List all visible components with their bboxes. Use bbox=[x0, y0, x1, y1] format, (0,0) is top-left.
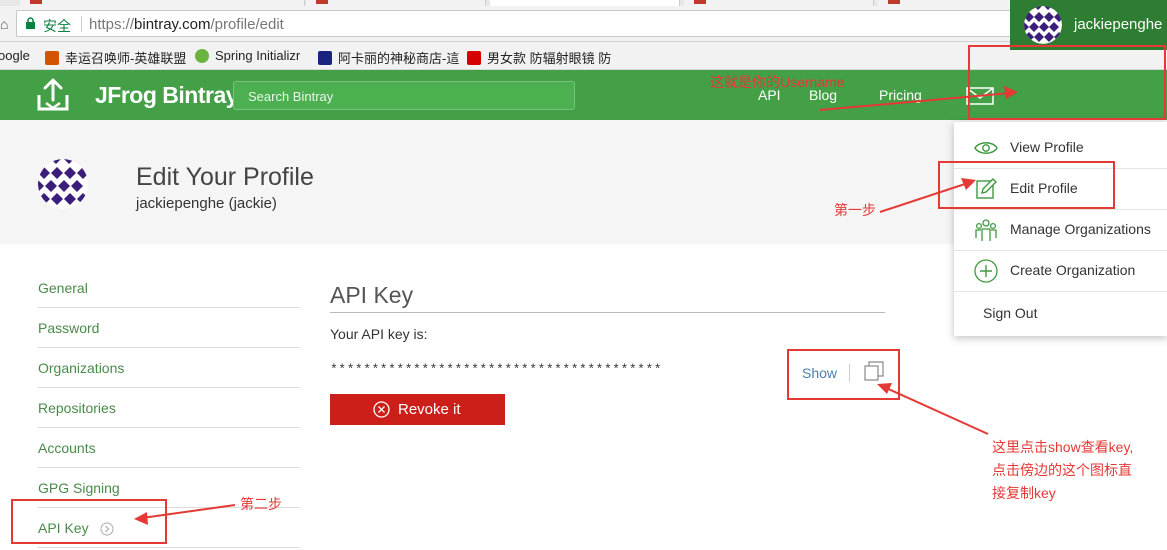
menu-item-label: Sign Out bbox=[983, 305, 1038, 321]
menu-item-label: Edit Profile bbox=[1010, 180, 1078, 196]
lock-icon bbox=[26, 17, 35, 29]
bookmark-label: 阿卡丽的神秘商店-這 bbox=[338, 51, 460, 66]
bookmark[interactable]: 阿卡丽的神秘商店-這 bbox=[318, 48, 459, 67]
show-divider bbox=[849, 364, 850, 382]
annotation-show-note-line: 点击傍边的这个图标直 bbox=[992, 462, 1132, 478]
bookmark-label: 幸运召唤师-英雄联盟 bbox=[65, 51, 187, 66]
bookmark[interactable]: oogle bbox=[0, 48, 30, 63]
menu-item-label: View Profile bbox=[1010, 139, 1084, 155]
revoke-button-label: Revoke it bbox=[398, 401, 461, 418]
search-box[interactable] bbox=[233, 81, 575, 110]
sidebar-item-label: GPG Signing bbox=[38, 480, 120, 496]
nav-pricing[interactable]: Pricing bbox=[879, 87, 922, 103]
tab-favicon bbox=[30, 0, 42, 4]
tab-favicon bbox=[316, 0, 328, 4]
close-circle-icon bbox=[373, 401, 390, 418]
bookmark-label: 男女款 防辐射眼镜 防 bbox=[487, 51, 612, 66]
bookmark-favicon bbox=[467, 50, 481, 65]
annotation-username-note: 这就是你的Username bbox=[710, 74, 845, 90]
bookmark[interactable]: Spring Initializr bbox=[195, 48, 300, 63]
menu-item-edit-profile[interactable]: Edit Profile bbox=[954, 167, 1167, 210]
brand-name[interactable]: JFrog Bintray bbox=[95, 82, 239, 109]
sidebar-item-label: General bbox=[38, 280, 88, 296]
edit-icon bbox=[976, 178, 997, 199]
bookmark-label: Spring Initializr bbox=[215, 48, 301, 63]
annotation-show-note: 这里点击show查看key, 点击傍边的这个图标直 接复制key bbox=[992, 436, 1133, 505]
omnibox[interactable]: 安全 https://bintray.com/profile/edit bbox=[16, 10, 1156, 37]
site-header: JFrog Bintray API Blog Pricing bbox=[0, 70, 1167, 120]
annotation-show-note-line: 这里点击show查看key, bbox=[992, 439, 1134, 455]
section-title: API Key bbox=[330, 282, 414, 308]
bookmark-favicon bbox=[45, 50, 59, 65]
url-host: bintray.com bbox=[134, 16, 211, 33]
bintray-logo-icon[interactable] bbox=[36, 78, 70, 112]
search-input[interactable] bbox=[248, 87, 548, 105]
profile-avatar bbox=[38, 159, 88, 209]
tab-favicon bbox=[694, 0, 706, 4]
menu-item-view-profile[interactable]: View Profile bbox=[954, 126, 1167, 169]
bookmarks-bar: oogle 幸运召唤师-英雄联盟 Spring Initializr 阿卡丽的神… bbox=[0, 42, 1167, 70]
sidebar-item-label: Organizations bbox=[38, 360, 125, 376]
sidebar-item-label: Accounts bbox=[38, 440, 96, 456]
menu-item-label: Manage Organizations bbox=[1010, 221, 1151, 237]
revoke-button[interactable]: Revoke it bbox=[330, 394, 505, 425]
eye-icon bbox=[974, 142, 998, 154]
user-dropdown-menu: View Profile Edit Profile Manage Organiz… bbox=[954, 122, 1167, 336]
show-key-link[interactable]: Show bbox=[802, 365, 837, 381]
people-icon bbox=[975, 219, 997, 241]
annotation-step2: 第二步 bbox=[240, 496, 282, 512]
sidebar-item-api-key[interactable]: API Key bbox=[38, 508, 300, 548]
sidebar-item-general[interactable]: General bbox=[38, 268, 300, 308]
sidebar-item-accounts[interactable]: Accounts bbox=[38, 428, 300, 468]
user-avatar[interactable] bbox=[1024, 6, 1062, 44]
bookmark[interactable]: 男女款 防辐射眼镜 防 bbox=[467, 48, 611, 67]
url-text[interactable]: https://bintray.com/profile/edit bbox=[89, 16, 284, 33]
bookmark[interactable]: 幸运召唤师-英雄联盟 bbox=[45, 48, 186, 67]
sidebar-item-label: API Key bbox=[38, 520, 89, 536]
menu-item-sign-out[interactable]: Sign Out bbox=[954, 292, 1167, 335]
arrow-show-head bbox=[877, 383, 892, 394]
annotation-show-note-line: 接复制key bbox=[992, 485, 1056, 501]
url-path: /profile/edit bbox=[210, 16, 284, 33]
screen: ⌂ 安全 https://bintray.com/profile/edit oo… bbox=[0, 0, 1167, 550]
url-scheme: https:// bbox=[89, 16, 135, 33]
chevron-right-icon bbox=[100, 522, 114, 536]
copy-icon[interactable] bbox=[864, 361, 884, 381]
arrow-show bbox=[883, 386, 989, 435]
plus-circle-icon bbox=[974, 259, 998, 283]
menu-item-label: Create Organization bbox=[1010, 262, 1136, 278]
mail-icon[interactable] bbox=[966, 87, 994, 105]
sidebar-item-password[interactable]: Password bbox=[38, 308, 300, 348]
tab-favicon bbox=[888, 0, 900, 4]
bookmark-favicon bbox=[318, 50, 332, 65]
secure-label: 安全 bbox=[43, 18, 71, 34]
sidebar-item-repositories[interactable]: Repositories bbox=[38, 388, 300, 428]
sidebar-item-label: Password bbox=[38, 320, 100, 336]
header-username[interactable]: jackiepenghe bbox=[1074, 16, 1162, 33]
bookmark-favicon bbox=[195, 48, 209, 63]
menu-item-create-organization[interactable]: Create Organization bbox=[954, 249, 1167, 292]
section-divider bbox=[330, 312, 885, 313]
api-key-masked: **************************************** bbox=[330, 362, 663, 377]
browser-address-bar: ⌂ 安全 https://bintray.com/profile/edit bbox=[0, 6, 1167, 42]
annotation-step1: 第一步 bbox=[834, 202, 876, 218]
api-key-label: Your API key is: bbox=[330, 326, 428, 342]
sidebar-item-label: Repositories bbox=[38, 400, 116, 416]
menu-item-manage-organizations[interactable]: Manage Organizations bbox=[954, 208, 1167, 251]
page-title: Edit Your Profile bbox=[136, 163, 314, 191]
omnibox-divider bbox=[81, 16, 82, 32]
bookmark-label: oogle bbox=[0, 48, 30, 63]
home-icon[interactable]: ⌂ bbox=[0, 17, 12, 31]
sidebar-item-organizations[interactable]: Organizations bbox=[38, 348, 300, 388]
profile-subtitle: jackiepenghe (jackie) bbox=[136, 195, 277, 212]
